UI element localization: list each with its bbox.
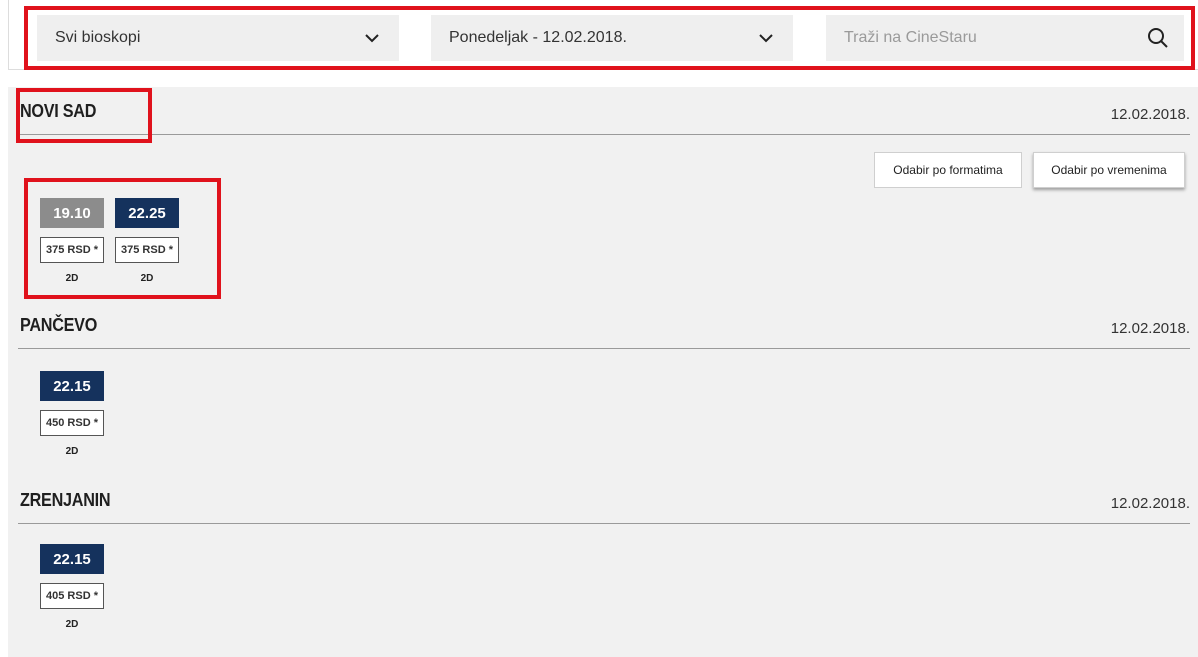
city-header: PANČEVO 12.02.2018. — [18, 301, 1190, 349]
showtime: 19.10 375 RSD * 2D — [40, 198, 104, 284]
showtime-format: 2D — [65, 273, 79, 284]
cinema-select-value: Svi bioskopi — [55, 29, 141, 46]
showtime: 22.15 405 RSD * 2D — [40, 544, 104, 630]
page: Svi bioskopi Ponedeljak - 12.02.2018. Tr… — [0, 0, 1198, 657]
showtime-price[interactable]: 405 RSD * — [40, 583, 104, 609]
select-by-times-button[interactable]: Odabir po vremenima — [1033, 152, 1185, 188]
chevron-down-icon — [365, 34, 379, 43]
city-header: NOVI SAD 12.02.2018. — [18, 87, 1190, 135]
chevron-down-icon — [759, 34, 773, 43]
showtimes-content: NOVI SAD 12.02.2018. Odabir po formatima… — [8, 87, 1198, 657]
city-date: 12.02.2018. — [1110, 320, 1190, 337]
city-name: ZRENJANIN — [20, 490, 111, 510]
search-icon[interactable] — [1146, 26, 1170, 50]
date-select-value: Ponedeljak - 12.02.2018. — [449, 29, 627, 46]
city-date: 12.02.2018. — [1110, 106, 1190, 123]
select-by-formats-button[interactable]: Odabir po formatima — [874, 152, 1022, 188]
search-input[interactable]: Traži na CineStaru — [826, 15, 1184, 61]
showtime-format: 2D — [65, 446, 79, 457]
showtime-time-button[interactable]: 22.15 — [40, 544, 104, 574]
showtime-format: 2D — [140, 273, 154, 284]
showtime-time-button[interactable]: 22.25 — [115, 198, 179, 228]
showtime-format: 2D — [65, 619, 79, 630]
search-placeholder: Traži na CineStaru — [844, 29, 977, 46]
showtime-price[interactable]: 450 RSD * — [40, 410, 104, 436]
city-name: NOVI SAD — [20, 101, 97, 121]
city-date: 12.02.2018. — [1110, 495, 1190, 512]
showtime: 22.15 450 RSD * 2D — [40, 371, 104, 457]
showtime-price[interactable]: 375 RSD * — [115, 237, 179, 263]
city-name: PANČEVO — [20, 315, 98, 335]
showtime-time-button[interactable]: 19.10 — [40, 198, 104, 228]
city-header: ZRENJANIN 12.02.2018. — [18, 476, 1190, 524]
showtime: 22.25 375 RSD * 2D — [115, 198, 179, 284]
cinema-select[interactable]: Svi bioskopi — [37, 15, 399, 61]
showtime-price[interactable]: 375 RSD * — [40, 237, 104, 263]
date-select[interactable]: Ponedeljak - 12.02.2018. — [431, 15, 793, 61]
showtime-time-button[interactable]: 22.15 — [40, 371, 104, 401]
